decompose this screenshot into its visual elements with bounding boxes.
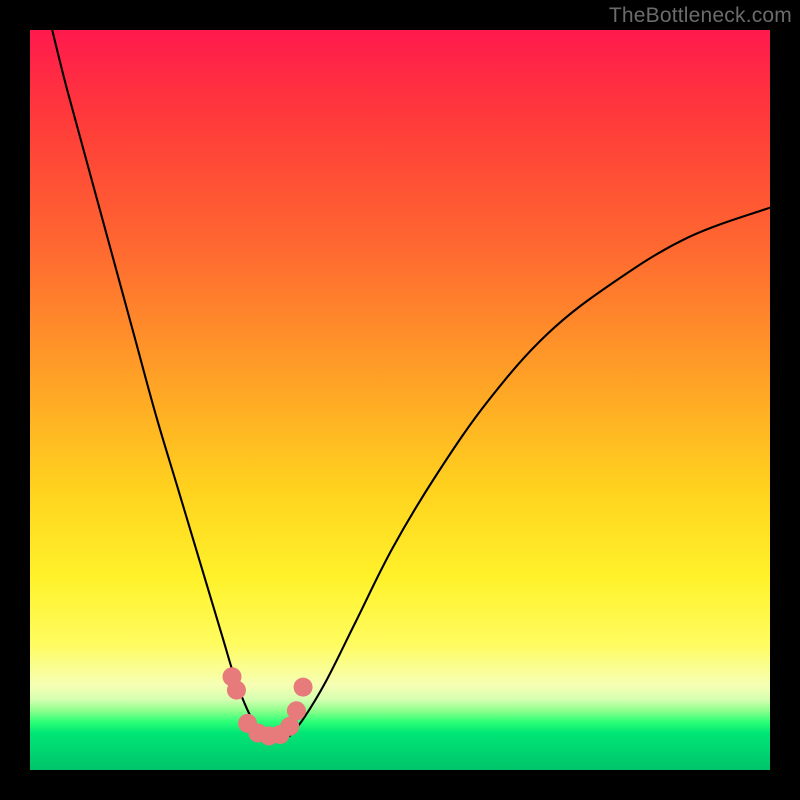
watermark-text: TheBottleneck.com <box>609 4 792 28</box>
trough-marker <box>294 678 313 697</box>
plot-area <box>30 30 770 770</box>
curve-left-branch <box>52 30 267 737</box>
trough-marker <box>287 701 306 720</box>
bottleneck-curves <box>52 30 770 737</box>
chart-frame: TheBottleneck.com <box>0 0 800 800</box>
curve-right-branch <box>289 208 770 737</box>
curve-layer <box>30 30 770 770</box>
trough-markers <box>223 667 313 745</box>
trough-marker <box>227 681 246 700</box>
